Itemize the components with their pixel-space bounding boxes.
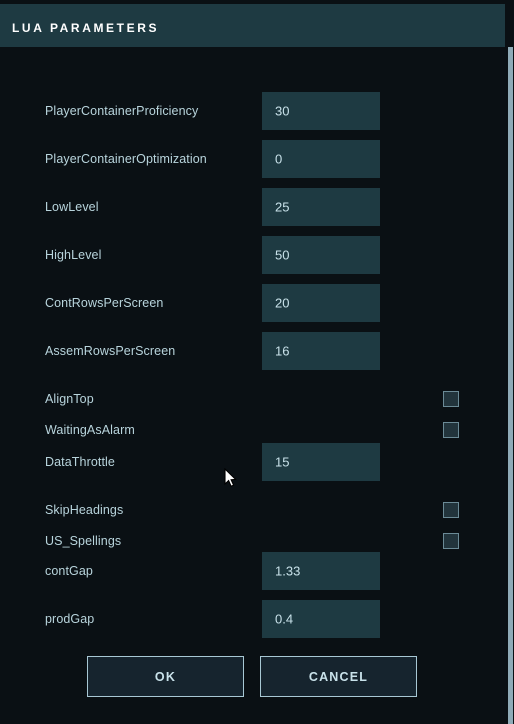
parameter-input[interactable]: 20 — [262, 284, 380, 322]
parameter-input[interactable]: 25 — [262, 188, 380, 226]
parameter-input[interactable]: 15 — [262, 443, 380, 481]
parameter-input[interactable]: 0.4 — [262, 600, 380, 638]
cancel-button[interactable]: CANCEL — [260, 656, 417, 697]
parameter-input-value: 0 — [275, 151, 283, 167]
vertical-scrollbar-thumb[interactable] — [508, 47, 513, 724]
dialog-title: LUA PARAMETERS — [12, 21, 160, 35]
parameter-label: WaitingAsAlarm — [45, 423, 135, 437]
parameter-row: contGap 1.33 — [0, 552, 505, 590]
parameter-label: DataThrottle — [45, 455, 115, 469]
parameter-label: SkipHeadings — [45, 503, 124, 517]
parameter-row: PlayerContainerProficiency 30 — [0, 92, 505, 130]
parameter-input-value: 50 — [275, 247, 290, 263]
parameter-input-value: 0.4 — [275, 611, 294, 627]
parameter-checkbox[interactable] — [443, 391, 459, 407]
parameter-input[interactable]: 16 — [262, 332, 380, 370]
parameter-checkbox[interactable] — [443, 533, 459, 549]
parameter-label: AlignTop — [45, 392, 94, 406]
parameter-row: HighLevel 50 — [0, 236, 505, 274]
parameter-row: LowLevel 25 — [0, 188, 505, 226]
parameter-row: ContRowsPerScreen 20 — [0, 284, 505, 322]
vertical-scrollbar[interactable] — [505, 47, 514, 724]
parameter-label: AssemRowsPerScreen — [45, 344, 176, 358]
parameter-input-value: 20 — [275, 295, 290, 311]
parameter-input-value: 30 — [275, 103, 290, 119]
dialog-titlebar: LUA PARAMETERS — [0, 4, 505, 47]
parameters-form: PlayerContainerProficiency 30 PlayerContai… — [0, 47, 505, 724]
parameter-input[interactable]: 50 — [262, 236, 380, 274]
parameter-input-value: 15 — [275, 454, 290, 470]
parameter-row: PlayerContainerOptimization 0 — [0, 140, 505, 178]
parameter-input[interactable]: 0 — [262, 140, 380, 178]
parameter-label: ContRowsPerScreen — [45, 296, 164, 310]
parameter-checkbox[interactable] — [443, 502, 459, 518]
parameter-row: DataThrottle 15 — [0, 443, 505, 481]
parameter-label: LowLevel — [45, 200, 99, 214]
parameter-label: US_Spellings — [45, 534, 122, 548]
parameter-label: PlayerContainerOptimization — [45, 152, 207, 166]
parameter-row: AssemRowsPerScreen 16 — [0, 332, 505, 370]
lua-parameters-dialog: LUA PARAMETERS PlayerContainerProficienc… — [0, 0, 514, 724]
parameter-input-value: 25 — [275, 199, 290, 215]
parameter-label: HighLevel — [45, 248, 102, 262]
parameter-input[interactable]: 1.33 — [262, 552, 380, 590]
parameter-input-value: 16 — [275, 343, 290, 359]
parameter-row: prodGap 0.4 — [0, 600, 505, 638]
parameter-label: contGap — [45, 564, 93, 578]
parameter-input[interactable]: 30 — [262, 92, 380, 130]
parameter-checkbox[interactable] — [443, 422, 459, 438]
parameter-input-value: 1.33 — [275, 563, 301, 579]
parameter-label: PlayerContainerProficiency — [45, 104, 199, 118]
ok-button[interactable]: OK — [87, 656, 244, 697]
parameter-label: prodGap — [45, 612, 95, 626]
